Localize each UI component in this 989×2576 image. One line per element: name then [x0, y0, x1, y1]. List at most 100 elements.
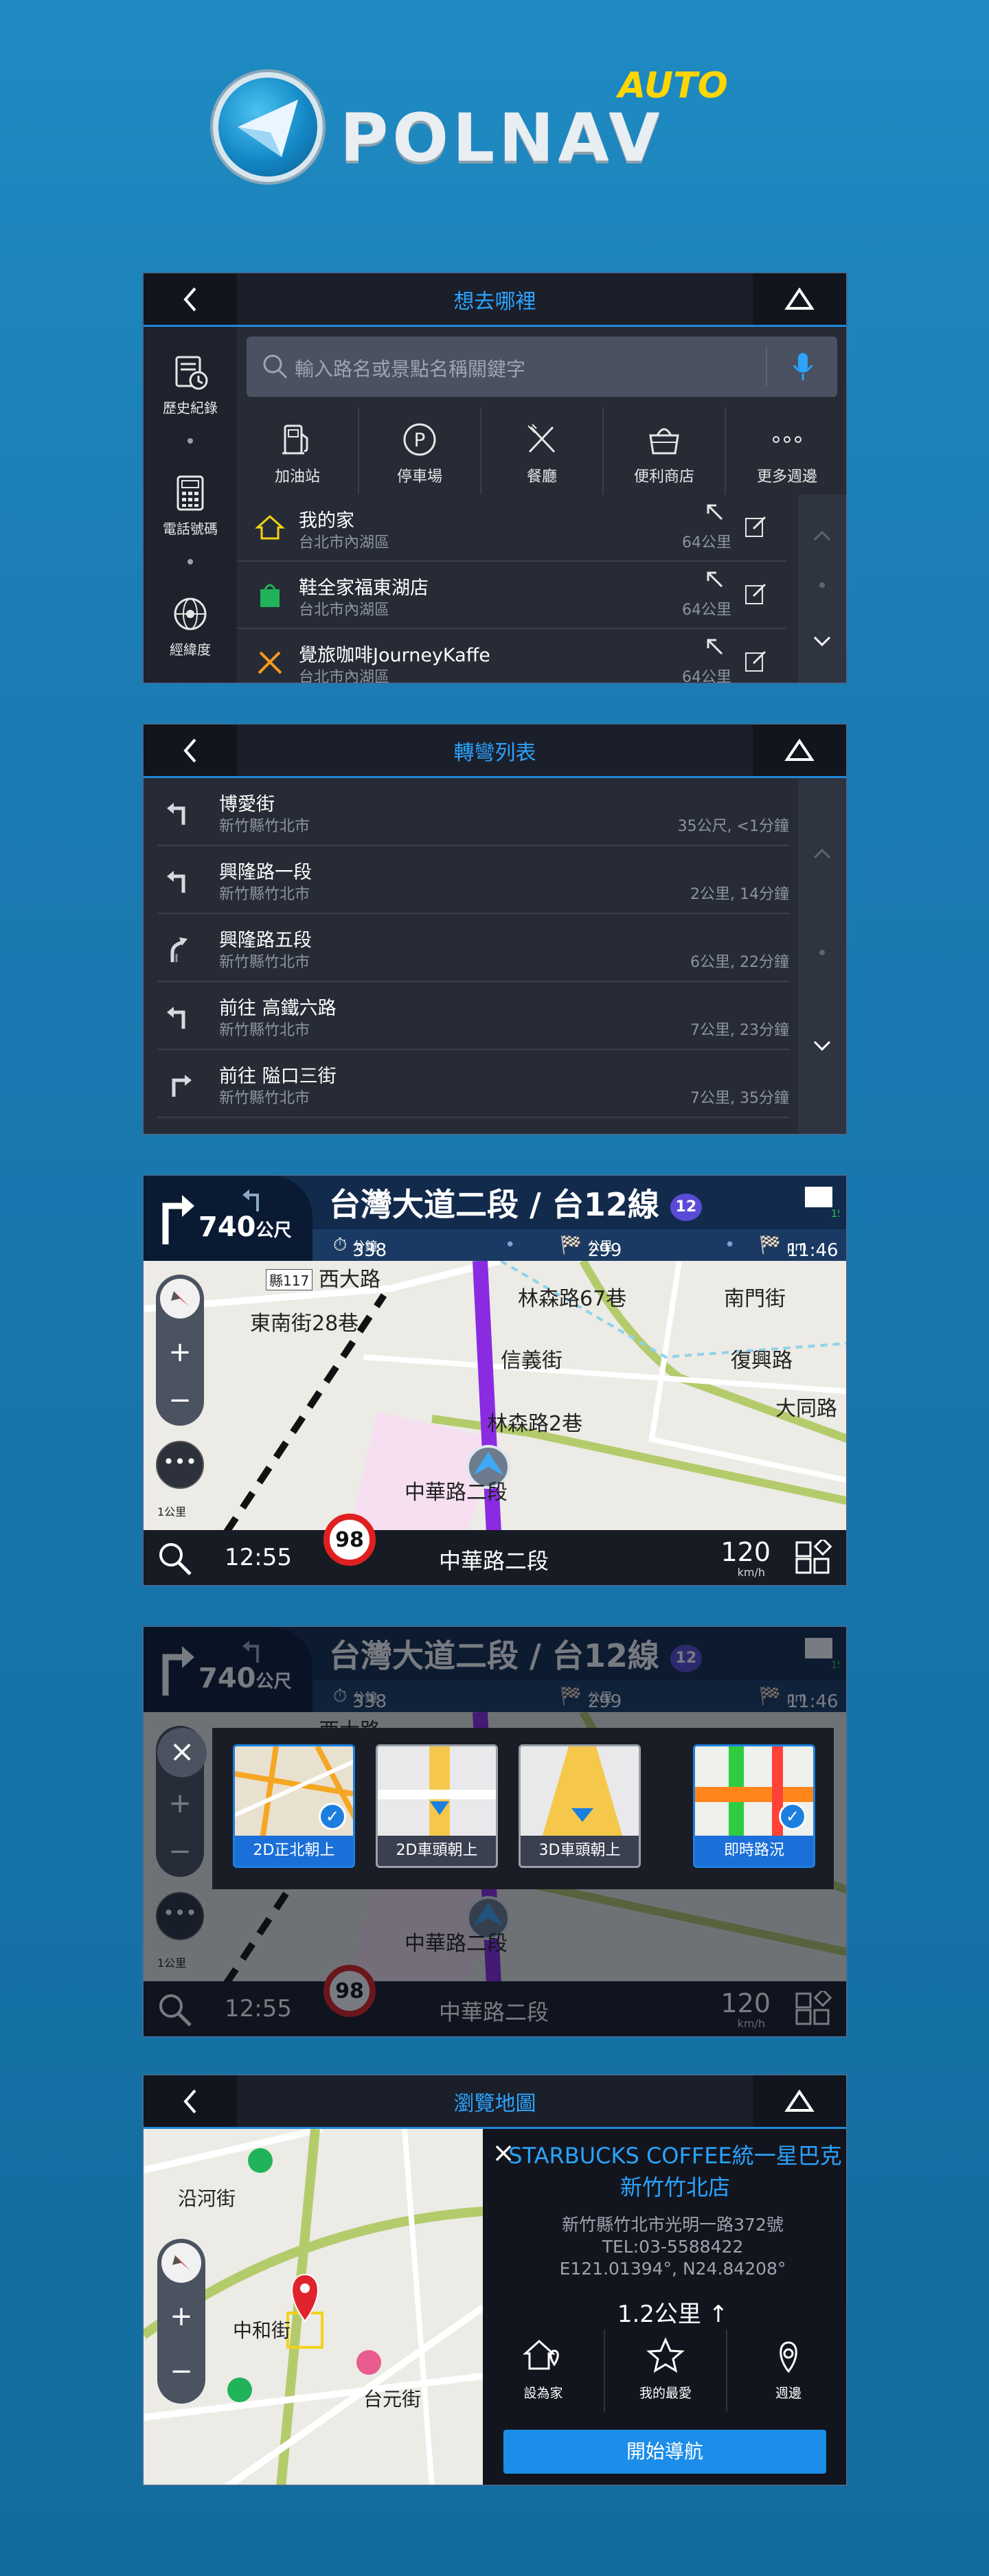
- star-icon: [646, 2337, 685, 2373]
- turn-left-icon: [167, 1007, 185, 1029]
- list-item[interactable]: 我的家 台北市內湖區 64公里: [237, 494, 786, 562]
- item-name: 我的家: [299, 510, 354, 532]
- sidebar: 歷史紀錄 電話號碼 經緯度: [144, 327, 237, 683]
- nearby-button[interactable]: 週邊: [727, 2329, 846, 2412]
- edit-icon[interactable]: [744, 515, 767, 538]
- table-row[interactable]: 興隆路一段 新竹縣竹北市 2公里, 14分鐘: [157, 846, 789, 914]
- view-option-label: 2D車頭朝上: [378, 1836, 496, 1866]
- map-label: 林森路2巷: [487, 1412, 583, 1436]
- view-option-2d-heading[interactable]: 2D車頭朝上: [376, 1744, 498, 1868]
- table-row[interactable]: 前往 高鐵六路 新竹縣竹北市 7公里, 23分鐘: [157, 982, 789, 1050]
- view-option-3d-heading[interactable]: 3D車頭朝上: [519, 1744, 641, 1868]
- category-label: 餐廳: [526, 468, 557, 486]
- sidebar-item-label: 電話號碼: [163, 521, 218, 537]
- map-label: 西大路: [319, 1268, 380, 1292]
- collapse-button[interactable]: [753, 273, 846, 325]
- restaurant-icon: [527, 424, 556, 453]
- list-item[interactable]: 覺旅咖啡JourneyKaffe 台北市內湖區 64公里: [237, 629, 786, 683]
- back-button[interactable]: [144, 273, 237, 325]
- svg-text:15: 15: [831, 1209, 839, 1220]
- chevron-up-icon: [784, 2089, 815, 2112]
- sidebar-item-phone[interactable]: 電話號碼: [144, 472, 237, 538]
- map-view[interactable]: 沿河街 中和街 台元街 + −: [144, 2125, 485, 2485]
- zoom-out-button[interactable]: −: [156, 1384, 204, 1416]
- shop-bag-icon: [260, 584, 280, 607]
- polnav-logo: POLNAV AUTO: [206, 65, 783, 189]
- turn-meta: 6公里, 22分鐘: [690, 954, 789, 971]
- scroll-indicator: [819, 950, 825, 955]
- collapse-button[interactable]: [753, 2075, 846, 2127]
- scroll-down-icon: [813, 636, 831, 647]
- sidebar-item-label: 歷史紀錄: [163, 400, 218, 416]
- map-label: 大同路: [775, 1397, 837, 1421]
- view-option-live-traffic[interactable]: ✓ 即時路況: [693, 1744, 815, 1868]
- category-parking[interactable]: P 停車場: [359, 408, 481, 494]
- edit-icon[interactable]: [744, 582, 767, 606]
- table-row[interactable]: 興隆路五段 新竹縣竹北市 6公里, 22分鐘: [157, 914, 789, 982]
- where-to-go-screen: 想去哪裡 歷史紀錄 電話號碼 經緯度 輸入路名或景點名稱關鍵字 加油站 P 停車…: [142, 272, 848, 684]
- turn-distance: 740公尺: [198, 1211, 292, 1243]
- category-store[interactable]: 便利商店: [604, 408, 726, 494]
- zoom-control: + −: [157, 2239, 205, 2404]
- sidebar-item-history[interactable]: 歷史紀錄: [144, 352, 237, 417]
- back-button[interactable]: [144, 725, 237, 776]
- poi-actions: 設為家 我的最愛 週邊: [483, 2329, 846, 2412]
- category-more[interactable]: 更多週邊: [726, 408, 846, 494]
- chevron-left-icon: [183, 738, 196, 762]
- category-label: 停車場: [396, 468, 442, 486]
- view-mode-menu: ✓ 2D正北朝上 2D車頭朝上 3D車頭朝上 ✓ 即時路況: [212, 1728, 834, 1889]
- map-label: 沿河街: [178, 2187, 236, 2210]
- top-bar: 想去哪裡: [144, 273, 846, 327]
- action-label: 設為家: [523, 2386, 563, 2401]
- more-options-button[interactable]: •••: [156, 1441, 204, 1489]
- category-label: 便利商店: [633, 468, 694, 486]
- clock: 12:55: [225, 1544, 292, 1571]
- table-row[interactable]: 博愛街 新竹縣竹北市 35公尺, <1分鐘: [157, 778, 789, 846]
- poi-details: 新竹縣竹北市光明一路372號 TEL:03-5588422 E121.01394…: [497, 2214, 846, 2280]
- scroll-up-icon: [813, 848, 831, 859]
- microphone-icon[interactable]: [789, 350, 817, 383]
- collapse-button[interactable]: [753, 725, 846, 776]
- compass-logo-icon: [213, 72, 323, 182]
- add-favorite-button[interactable]: 我的最愛: [605, 2329, 727, 2412]
- list-scrollbar[interactable]: [798, 778, 846, 1134]
- category-restaurant[interactable]: 餐廳: [481, 408, 604, 494]
- nearby-pin-icon: [780, 2341, 797, 2373]
- home-pin-icon: [523, 2339, 559, 2370]
- turn-right-icon: [172, 1075, 192, 1097]
- bottom-bar: 12:55 98 中華路二段 120 km/h: [144, 1514, 846, 1585]
- search-icon[interactable]: [156, 1540, 194, 1578]
- zoom-in-button[interactable]: +: [156, 1336, 204, 1368]
- list-scrollbar[interactable]: [798, 494, 846, 683]
- turn-road: 興隆路五段: [219, 930, 312, 951]
- search-input[interactable]: 輸入路名或景點名稱關鍵字: [247, 337, 837, 397]
- route-shield: 12: [670, 1193, 702, 1221]
- edit-icon[interactable]: [744, 650, 767, 673]
- gas-station-icon: [282, 424, 308, 455]
- poi-distance: 1.2公里 ↑: [617, 2301, 729, 2328]
- sidebar-item-coordinates[interactable]: 經緯度: [144, 593, 237, 659]
- turn-area: 新竹縣竹北市: [219, 954, 310, 971]
- zoom-in-button[interactable]: +: [157, 2301, 205, 2332]
- turn-left-icon: [167, 871, 185, 893]
- item-distance: 64公里: [682, 534, 731, 551]
- view-option-2d-north[interactable]: ✓ 2D正北朝上: [233, 1744, 355, 1868]
- map-view[interactable]: 西大路 縣117 東南街28巷 林森路67巷 南門街 復興路 信義街 林森路2巷…: [144, 1261, 846, 1533]
- zoom-out-button[interactable]: −: [157, 2356, 205, 2387]
- poi-address: 新竹縣竹北市光明一路372號: [562, 2215, 784, 2235]
- set-as-home-button[interactable]: 設為家: [483, 2329, 605, 2412]
- list-item[interactable]: 鞋全家福東湖店 台北市內湖區 64公里: [237, 562, 786, 629]
- compass-icon[interactable]: [160, 1279, 200, 1319]
- check-icon: ✓: [319, 1803, 346, 1830]
- back-button[interactable]: [144, 2075, 237, 2127]
- category-gas-station[interactable]: 加油站: [237, 408, 359, 494]
- start-navigation-button[interactable]: 開始導航: [503, 2430, 826, 2474]
- compass-icon[interactable]: [161, 2243, 201, 2283]
- divider: [766, 347, 767, 386]
- current-speed: 120: [720, 1537, 771, 1567]
- menu-grid-icon[interactable]: [794, 1540, 832, 1578]
- trip-stats: ⏱ 338 分鐘 • 🏁 299 公里 • 🏁 11:46 pm: [312, 1229, 846, 1261]
- close-button[interactable]: ×: [157, 1728, 207, 1777]
- speed-unit: km/h: [737, 1566, 765, 1579]
- table-row[interactable]: 前往 隘口三街 新竹縣竹北市 7公里, 35分鐘: [157, 1050, 789, 1118]
